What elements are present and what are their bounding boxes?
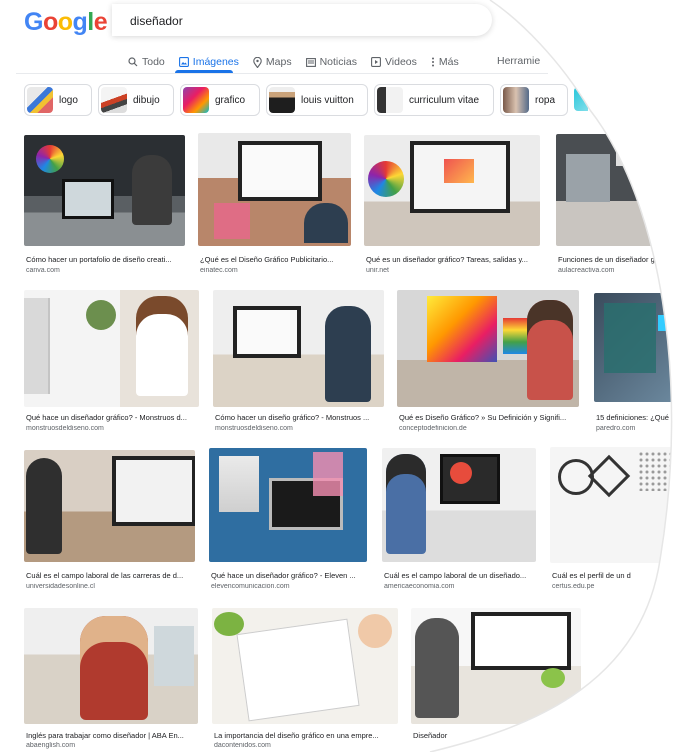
page-curl-overlay	[429, 0, 686, 752]
